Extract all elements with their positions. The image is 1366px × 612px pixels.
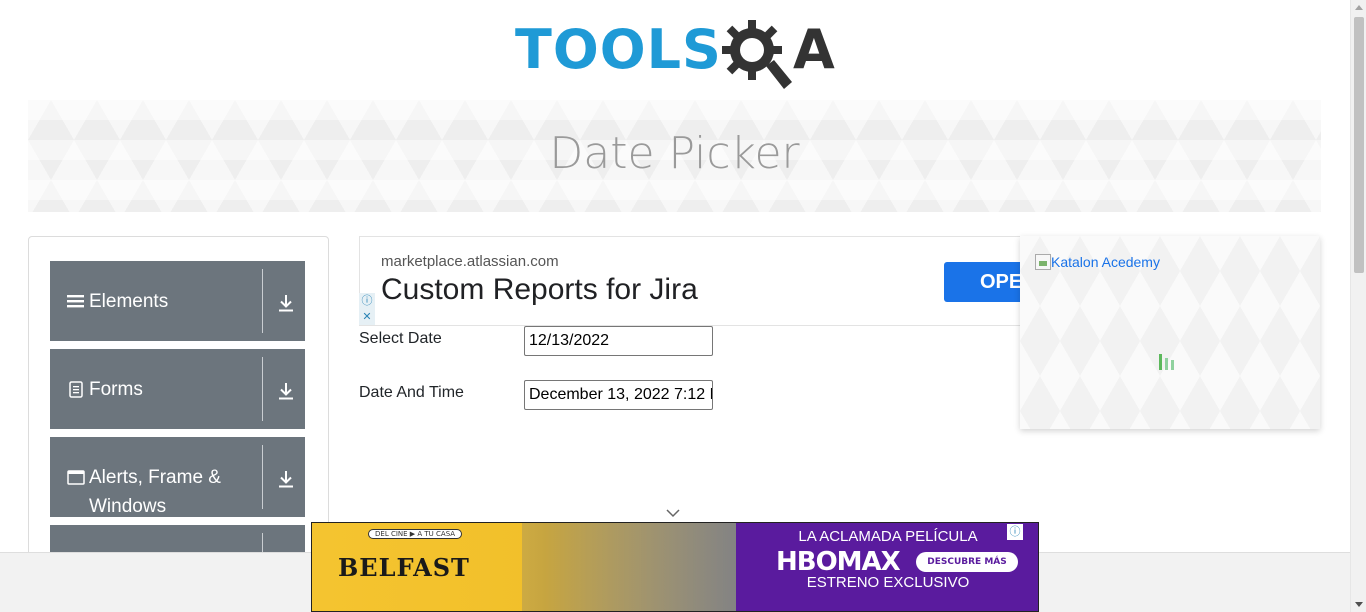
- divider: [262, 357, 263, 421]
- page: TOOLS A Date Picker Elements Forms Alert…: [0, 0, 1366, 612]
- ad-katalon[interactable]: Katalon Acedemy: [1020, 236, 1320, 429]
- select-date-label: Select Date: [359, 330, 442, 347]
- chevron-down-icon[interactable]: [665, 507, 681, 519]
- hbomax-panel: LA ACLAMADA PELÍCULA HBOMAX DESCUBRE MÁS…: [736, 523, 1038, 611]
- gear-magnifier-icon: [722, 20, 792, 89]
- logo-tools-text: TOOLS: [515, 18, 722, 81]
- adchoices-info-icon[interactable]: ⓘ: [359, 293, 375, 309]
- hbomax-logo: HBOMAX: [776, 547, 901, 577]
- date-and-time-label: Date And Time: [359, 384, 464, 401]
- vertical-scrollbar[interactable]: [1350, 0, 1366, 612]
- katalon-ad-link[interactable]: Katalon Acedemy: [1051, 254, 1160, 270]
- divider: [262, 269, 263, 333]
- katalon-ad-image[interactable]: Katalon Acedemy: [1035, 254, 1160, 270]
- logo-a-text: A: [793, 18, 835, 81]
- download-icon: [279, 383, 293, 400]
- sidebar: Elements Forms Alerts, Frame & Windows: [28, 236, 329, 567]
- sidebar-group-label: Forms: [89, 379, 143, 400]
- select-date-input[interactable]: 12/13/2022: [524, 326, 713, 356]
- scrollbar-thumb[interactable]: [1354, 17, 1364, 273]
- belfast-poster: DEL CINE ▶ A TU CASA BELFAST: [312, 523, 736, 611]
- ad-line-1: LA ACLAMADA PELÍCULA: [798, 528, 978, 545]
- broken-image-icon: [1035, 254, 1051, 270]
- ad-banner-atlassian[interactable]: marketplace.atlassian.com Custom Reports…: [359, 236, 1049, 326]
- movie-cast-image: [522, 523, 736, 611]
- loading-indicator-icon: [1159, 351, 1177, 370]
- sidebar-group-elements[interactable]: Elements: [50, 261, 305, 341]
- sidebar-group-forms[interactable]: Forms: [50, 349, 305, 429]
- page-banner: Date Picker: [28, 100, 1321, 212]
- sidebar-group-label: Elements: [89, 291, 169, 312]
- date-and-time-input[interactable]: December 13, 2022 7:12 PM: [524, 380, 713, 410]
- divider: [262, 445, 263, 509]
- download-icon: [279, 295, 293, 312]
- download-icon: [279, 471, 293, 488]
- adchoices-info-icon[interactable]: ⓘ: [1007, 524, 1023, 540]
- ad-hbomax-belfast[interactable]: DEL CINE ▶ A TU CASA BELFAST LA ACLAMADA…: [311, 522, 1039, 612]
- ad-headline[interactable]: Custom Reports for Jira: [381, 273, 698, 307]
- sidebar-group-alerts[interactable]: Alerts, Frame & Windows: [50, 437, 305, 517]
- ad-domain: marketplace.atlassian.com: [381, 253, 559, 270]
- movie-title: BELFAST: [338, 553, 470, 582]
- ad-close-icon[interactable]: ✕: [359, 309, 375, 325]
- toolsqa-logo[interactable]: TOOLS A: [515, 16, 840, 90]
- descubre-mas-button[interactable]: DESCUBRE MÁS: [916, 552, 1018, 572]
- ad-line-3: ESTRENO EXCLUSIVO: [806, 574, 970, 591]
- hamburger-icon: [67, 295, 84, 308]
- scroll-up-arrow-icon[interactable]: [1351, 0, 1366, 16]
- sidebar-group-label: Alerts, Frame & Windows: [89, 467, 221, 517]
- page-title: Date Picker: [549, 128, 800, 179]
- document-icon: [69, 381, 83, 398]
- window-icon: [67, 470, 85, 485]
- scroll-down-arrow-icon[interactable]: [1351, 596, 1366, 612]
- ad-tagline: DEL CINE ▶ A TU CASA: [368, 529, 463, 539]
